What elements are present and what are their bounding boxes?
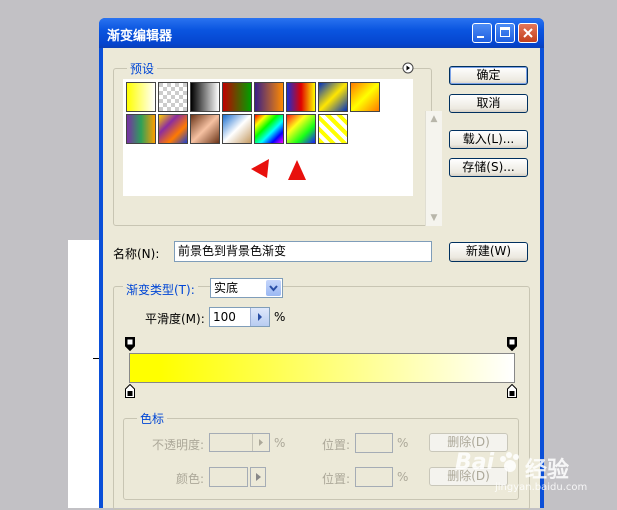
- scroll-down-icon[interactable]: ▼: [426, 210, 442, 226]
- maximize-icon: [500, 27, 510, 37]
- name-label: 名称(N):: [113, 247, 160, 261]
- opacity-stop-right-icon[interactable]: [507, 337, 517, 351]
- color-label: 颜色:: [176, 472, 205, 486]
- opacity-label: 不透明度:: [152, 438, 205, 452]
- opacity-unit: %: [274, 436, 286, 450]
- dialog-title: 渐变编辑器: [107, 29, 173, 44]
- preset-swatch-transparent-stripes[interactable]: [318, 114, 348, 144]
- opacity-location-label: 位置:: [322, 438, 351, 452]
- smoothness-label: 平滑度(M):: [145, 312, 205, 326]
- smoothness-slider-arrow-icon[interactable]: [250, 308, 269, 326]
- color-stop-left-icon[interactable]: [125, 384, 135, 398]
- annotation-arrow-left-icon: [251, 159, 269, 178]
- cancel-button[interactable]: 取消: [449, 94, 528, 113]
- presets-menu-arrow-icon[interactable]: [402, 62, 414, 74]
- opacity-location-unit: %: [397, 436, 409, 450]
- color-location-label: 位置:: [322, 472, 351, 486]
- watermark: Bai 经验 jingyan.baidu.com: [455, 448, 615, 506]
- presets-scrollbar[interactable]: ▲ ▼: [425, 111, 442, 226]
- gradient-editor-dialog: 渐变编辑器 预设 ▲ ▼ 确定 取消 载入(L)... 存储(S)... 名称(…: [99, 18, 544, 510]
- close-button[interactable]: [518, 23, 538, 43]
- color-location-input[interactable]: [355, 467, 393, 487]
- title-bar[interactable]: 渐变编辑器: [99, 18, 544, 48]
- color-location-unit: %: [397, 470, 409, 484]
- stops-legend: 色标: [137, 410, 168, 427]
- ok-button[interactable]: 确定: [449, 66, 528, 85]
- preset-swatch-spectrum[interactable]: [254, 114, 284, 144]
- gradient-type-select[interactable]: 实底: [210, 278, 283, 298]
- save-button[interactable]: 存储(S)...: [449, 158, 528, 177]
- preset-swatch-chrome[interactable]: [222, 114, 252, 144]
- presets-legend: 预设: [127, 60, 158, 77]
- opacity-input[interactable]: [209, 433, 270, 452]
- preset-swatch-transparent-rainbow[interactable]: [286, 114, 316, 144]
- preset-swatch-violet-green-orange[interactable]: [126, 114, 156, 144]
- opacity-location-input[interactable]: [355, 433, 393, 453]
- color-menu-arrow-icon[interactable]: [250, 467, 266, 487]
- minimize-icon: [477, 36, 484, 38]
- preset-swatch-orange-yellow-orange[interactable]: [350, 82, 380, 112]
- maximize-button[interactable]: [495, 23, 515, 43]
- color-stop-right-icon[interactable]: [507, 384, 517, 398]
- name-input[interactable]: 前景色到背景色渐变: [174, 241, 432, 262]
- gradient-preview-bar[interactable]: [129, 353, 515, 383]
- preset-swatch-blue-red-yellow[interactable]: [286, 82, 316, 112]
- smoothness-unit: %: [274, 310, 286, 324]
- watermark-url: jingyan.baidu.com: [495, 482, 588, 493]
- close-icon: [523, 28, 533, 38]
- preset-swatch-violet-orange[interactable]: [254, 82, 284, 112]
- preset-swatch-fg-to-transparent[interactable]: [158, 82, 188, 112]
- paw-icon: [500, 452, 519, 472]
- annotation-arrow-right-icon: [288, 160, 306, 180]
- preset-swatch-yellow-violet-orange-blue[interactable]: [158, 114, 188, 144]
- preset-swatch-copper[interactable]: [190, 114, 220, 144]
- dialog-body: 预设 ▲ ▼ 确定 取消 载入(L)... 存储(S)... 名称(N): 前景…: [103, 48, 540, 510]
- preset-swatch-red-green[interactable]: [222, 82, 252, 112]
- preset-swatch-black-white[interactable]: [190, 82, 220, 112]
- opacity-arrow-icon[interactable]: [252, 434, 269, 451]
- new-button[interactable]: 新建(W): [449, 242, 528, 262]
- watermark-text: 经验: [525, 458, 570, 483]
- smoothness-value: 100: [213, 310, 236, 324]
- opacity-stop-left-icon[interactable]: [125, 337, 135, 351]
- gradient-type-value: 实底: [214, 281, 239, 295]
- minimize-button[interactable]: [472, 23, 492, 43]
- watermark-brand: Bai: [455, 450, 495, 475]
- smoothness-input[interactable]: 100: [209, 307, 270, 327]
- color-swatch-input[interactable]: [209, 467, 248, 487]
- preset-swatch-blue-yellow-blue[interactable]: [318, 82, 348, 112]
- presets-swatch-panel: ▲ ▼: [123, 79, 442, 226]
- scroll-up-icon[interactable]: ▲: [426, 111, 442, 127]
- gradient-type-label: 渐变类型(T):: [123, 281, 198, 298]
- load-button[interactable]: 载入(L)...: [449, 130, 528, 149]
- preset-swatch-fg-to-bg[interactable]: [126, 82, 156, 112]
- chevron-down-icon[interactable]: [266, 280, 281, 296]
